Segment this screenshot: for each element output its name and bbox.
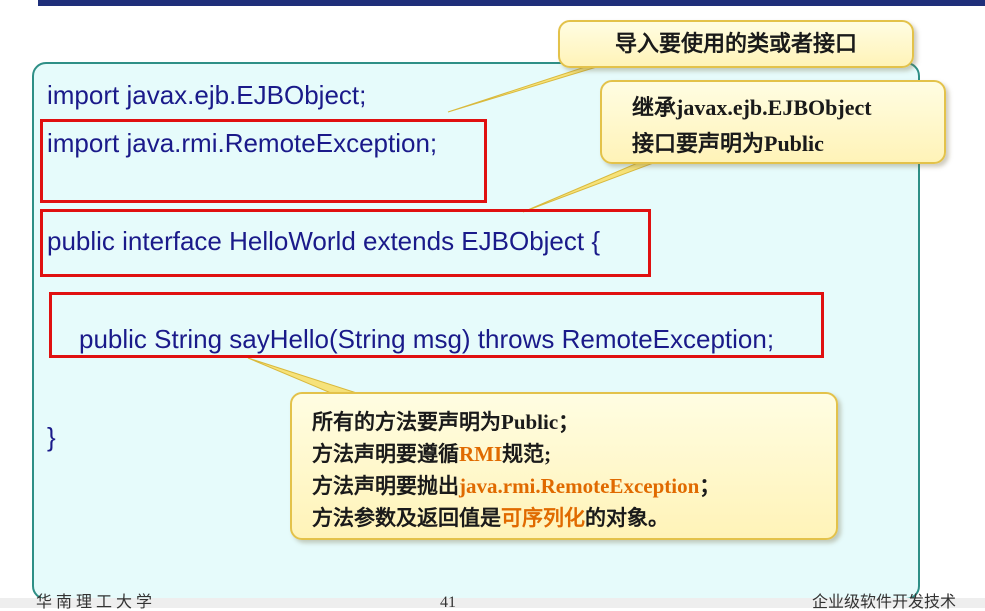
highlight-box-interface bbox=[40, 209, 651, 277]
highlight-box-method bbox=[49, 292, 824, 358]
method-rule-throws-a: 方法声明要抛出 bbox=[312, 474, 459, 498]
method-rule-public: 所有的方法要声明为Public； bbox=[312, 410, 580, 434]
callout-extends-line1: 继承javax.ejb.EJBObject bbox=[632, 90, 944, 126]
callout-extends-class: javax.ejb.EJBObject bbox=[676, 95, 872, 120]
code-line-import-ejbobject: import javax.ejb.EJBObject; bbox=[47, 80, 367, 110]
method-rule-throws-b: java.rmi.RemoteException bbox=[459, 474, 700, 498]
callout-extends-prefix: 继承 bbox=[632, 95, 677, 120]
method-rule-throws: 方法声明要抛出java.rmi.RemoteException； bbox=[312, 470, 836, 502]
pointer-extends bbox=[522, 161, 657, 213]
method-rule-rmi: 方法声明要遵循RMI规范; bbox=[312, 438, 836, 470]
callout-import: 导入要使用的类或者接口 bbox=[558, 20, 914, 68]
method-rule-rmi-c: 规范; bbox=[502, 442, 552, 466]
method-rule-serializable: 方法参数及返回值是可序列化的对象。 bbox=[312, 502, 836, 534]
method-rule-throws-c: ； bbox=[699, 474, 721, 498]
callout-extends-line2: 接口要声明为Public bbox=[632, 131, 824, 156]
pointer-method bbox=[247, 357, 367, 397]
method-rule-rmi-b: RMI bbox=[459, 442, 503, 466]
callout-import-text: 导入要使用的类或者接口 bbox=[614, 31, 857, 56]
highlight-box-import bbox=[40, 119, 487, 203]
method-rule-serializable-b: 可序列化 bbox=[501, 506, 585, 530]
callout-method-rules: 所有的方法要声明为Public； 方法声明要遵循RMI规范; 方法声明要抛出ja… bbox=[290, 392, 838, 540]
pointer-import bbox=[447, 65, 601, 113]
code-line-closing-brace: } bbox=[47, 422, 56, 452]
method-rule-rmi-a: 方法声明要遵循 bbox=[312, 442, 459, 466]
callout-extends: 继承javax.ejb.EJBObject 接口要声明为Public bbox=[600, 80, 946, 164]
method-rule-serializable-a: 方法参数及返回值是 bbox=[312, 506, 501, 530]
method-rule-serializable-c: 的对象。 bbox=[585, 506, 669, 530]
